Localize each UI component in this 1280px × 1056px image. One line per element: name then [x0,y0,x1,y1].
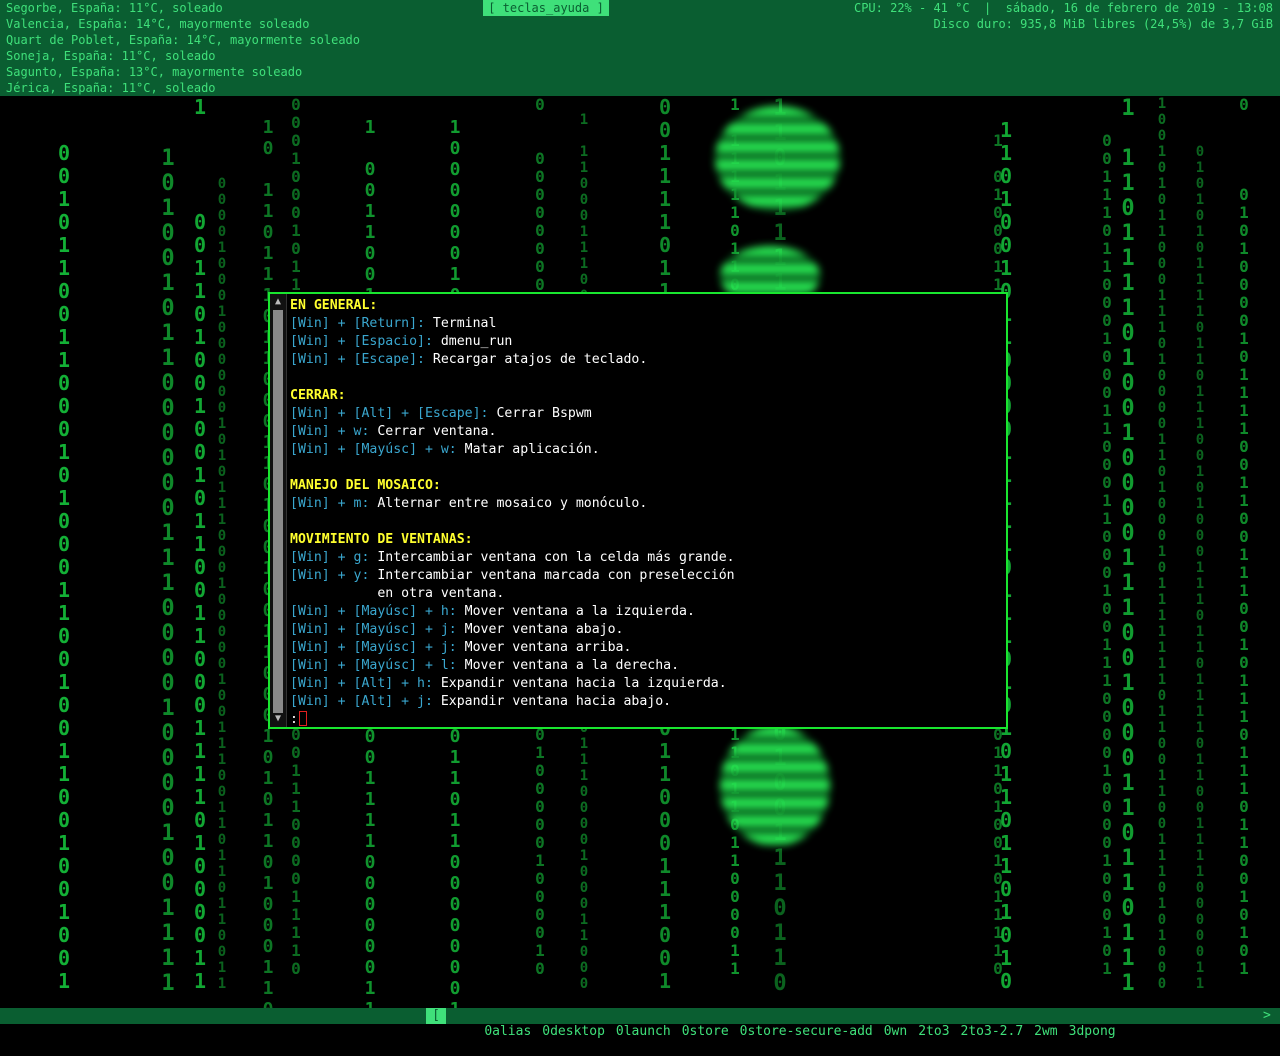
program-item[interactable]: 2to3-2.7 [961,1024,1024,1039]
scrollbar-thumb[interactable] [273,310,283,713]
matrix-column: 0 0 0 0 1 0 0 0 1 0 0 0 0 0 0 1 0 1 0 1 … [217,176,227,992]
shortcut-line: [Win] + [Mayúsc] + l: Mover ventana a la… [290,658,680,673]
matrix-column: 1 1 1 0 1 1 1 1 0 1 0 0 1 0 0 0 0 1 1 1 … [1121,96,1135,996]
scrollbar[interactable]: ▲ ▼ [270,294,287,727]
dmenu-input[interactable]: [ [426,1008,446,1024]
program-item[interactable]: 2to3 [918,1024,949,1039]
weather-list: Segorbe, España: 11°C, soleado Valencia,… [6,0,360,96]
weather-line: Valencia, España: 14°C, mayormente solea… [6,17,310,31]
matrix-glow [720,726,830,846]
disk-usage-line: Disco duro: 935,8 MiB libres (24,5%) de … [933,17,1273,31]
program-item[interactable]: 0launch [616,1024,671,1039]
shortcut-line: [Win] + [Return]: Terminal [290,316,497,331]
program-item[interactable]: 0wn [884,1024,907,1039]
program-item[interactable]: 3dpong [1069,1024,1116,1039]
shortcut-line: [Win] + m: Alternar entre mosaico y monó… [290,496,648,511]
program-list: 0alias 0desktop 0launch 0store 0store-secure… [453,1008,1127,1056]
shortcut-line: [Win] + [Espacio]: dmenu_run [290,334,513,349]
shortcut-line: [Win] + [Alt] + h: Expandir ventana haci… [290,676,727,691]
matrix-glow [715,106,840,211]
shortcut-line: [Win] + [Mayúsc] + w: Matar aplicación. [290,442,600,457]
matrix-column: 1 0 1 0 0 1 0 1 1 0 0 0 0 0 0 1 1 1 0 0 … [161,146,175,996]
scroll-up-arrow-icon[interactable]: ▲ [272,296,284,308]
top-status-bar: Segorbe, España: 11°C, soleado Valencia,… [0,0,1280,96]
shortcut-line: [Win] + [Escape]: Recargar atajos de tec… [290,352,648,367]
section-heading: MANEJO DEL MOSAICO: [290,478,441,493]
continuation-line: en otra ventana. [290,586,505,601]
command-prompt[interactable]: : [290,711,1000,729]
shortcut-line: [Win] + [Mayúsc] + j: Mover ventana arri… [290,640,632,655]
weather-line: Jérica, España: 11°C, soleado [6,81,216,95]
shortcut-line: [Win] + w: Cerrar ventana. [290,424,497,439]
section-heading: MOVIMIENTO DE VENTANAS: [290,532,473,547]
text-cursor [298,711,307,726]
weather-line: Sagunto, España: 13°C, mayormente solead… [6,65,303,79]
section-heading: CERRAR: [290,388,346,403]
program-item[interactable]: 0store [682,1024,729,1039]
weather-line: Soneja, España: 11°C, soleado [6,49,216,63]
system-status: CPU: 22% - 41 °C | sábado, 16 de febrero… [854,0,1273,32]
program-item[interactable]: 0desktop [542,1024,605,1039]
help-keys-tag[interactable]: [ teclas_ayuda ] [483,0,609,16]
shortcut-line: [Win] + [Mayúsc] + j: Mover ventana abaj… [290,622,624,637]
matrix-column: 0 1 0 1 0 1 0 1 1 1 1 0 1 1 0 1 1 1 0 0 … [1195,144,1205,992]
program-item[interactable]: 0alias [484,1024,531,1039]
shortcut-line: [Win] + [Alt] + j: Expandir ventana haci… [290,694,672,709]
weather-line: Segorbe, España: 11°C, soleado [6,1,223,15]
shortcut-line: [Win] + [Mayúsc] + h: Mover ventana a la… [290,604,695,619]
matrix-column: 1 0 0 1 0 1 0 1 1 0 0 0 1 1 1 0 1 0 0 0 … [1157,96,1167,992]
program-item[interactable]: 2wm [1034,1024,1057,1039]
cpu-date-line: CPU: 22% - 41 °C | sábado, 16 de febrero… [853,1,1273,15]
matrix-column: 0 0 1 0 1 1 0 0 1 1 0 0 0 1 0 1 0 0 0 1 … [57,141,71,993]
prompt-symbol: : [290,712,298,727]
scroll-down-arrow-icon[interactable]: ▼ [272,713,284,725]
shortcut-line: [Win] + [Alt] + [Escape]: Cerrar Bspwm [290,406,592,421]
dmenu-bar: [ 0alias 0desktop 0launch 0store 0store-secu… [0,1008,1280,1039]
section-heading: EN GENERAL: [290,298,378,313]
help-terminal-window[interactable]: ▲ ▼ EN GENERAL: [Win] + [Return]: Termin… [268,292,1008,729]
shortcut-line: [Win] + y: Intercambiar ventana marcada … [290,568,735,583]
matrix-column: 0 0 1 0 1 0 0 0 0 1 0 1 1 1 1 0 0 1 1 0 … [1239,96,1249,978]
weather-line: Quart de Poblet, España: 14°C, mayorment… [6,33,361,47]
next-arrow-icon[interactable]: > [1263,1008,1271,1024]
shortcut-line: [Win] + g: Intercambiar ventana con la c… [290,550,735,565]
shortcut-list: EN GENERAL: [Win] + [Return]: Terminal [… [290,297,1000,729]
program-item[interactable]: 0store-secure-add [740,1024,873,1039]
